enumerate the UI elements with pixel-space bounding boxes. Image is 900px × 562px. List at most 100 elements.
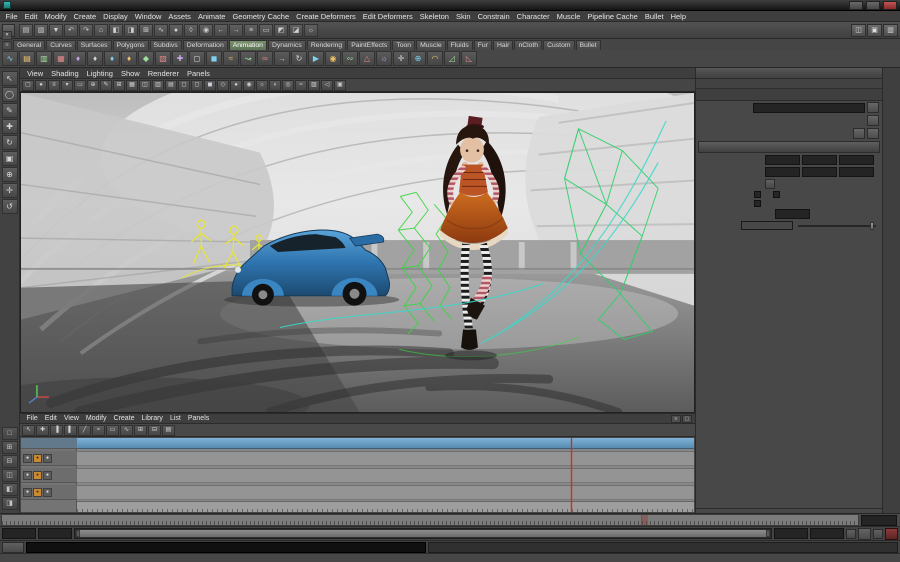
menu-muscle[interactable]: Muscle (553, 12, 584, 21)
track-row[interactable] (77, 485, 694, 500)
vp-icon-isolate-select[interactable]: ▣ (334, 80, 346, 91)
vp-icon-grid[interactable]: ⊞ (113, 80, 125, 91)
track-header[interactable]: ●●● (21, 485, 77, 500)
presets-button[interactable] (867, 115, 879, 126)
shelf-icon-animation-snapshot[interactable]: ◉ (325, 51, 341, 66)
animation-start-field[interactable] (2, 528, 36, 539)
shelf-tab-rendering[interactable]: Rendering (307, 40, 346, 50)
vp-icon-grease-pencil[interactable]: ✎ (100, 80, 112, 91)
vp-icon-motion-blur[interactable]: ≈ (295, 80, 307, 91)
shelf-icon-animated-sweep[interactable]: ∾ (342, 51, 358, 66)
shelf-tab-curves[interactable]: Curves (46, 40, 76, 50)
menu-create-deformers[interactable]: Create Deformers (293, 12, 360, 21)
menu-edit[interactable]: Edit (21, 12, 41, 21)
create-clip[interactable]: ▭ (106, 425, 119, 436)
panel-menu-shading[interactable]: Shading (47, 69, 83, 78)
track-lock[interactable]: ● (43, 471, 52, 480)
vp-icon-wireframe[interactable]: ◇ (217, 80, 229, 91)
time-slider[interactable] (1, 514, 859, 526)
maximize-panel[interactable]: ▢ (682, 415, 692, 423)
toggle-show-channel-box[interactable]: ▥ (883, 24, 898, 37)
vp-icon-film-gate[interactable]: ▦ (126, 80, 138, 91)
trax-menu-modify[interactable]: Modify (82, 415, 110, 422)
track-solo[interactable]: ● (33, 454, 42, 463)
frame-playback-range[interactable]: ⊟ (148, 425, 161, 436)
panel-menu-show[interactable]: Show (117, 69, 144, 78)
four-pane-layout[interactable]: ⊞ (2, 441, 18, 454)
status-icon-select-by-component-type[interactable]: ◨ (124, 24, 138, 37)
summary-track-bar[interactable] (77, 438, 694, 449)
shelf-tab-ncloth[interactable]: nCloth (514, 40, 542, 50)
shelf-icon-camera-sequencer[interactable]: ▦ (53, 51, 69, 66)
shelf-icon-hik-skeleton[interactable]: ✛ (393, 51, 409, 66)
menu-character[interactable]: Character (513, 12, 553, 21)
shelf-tab-surfaces[interactable]: Surfaces (77, 40, 112, 50)
status-icon-open-render-view[interactable]: ▭ (259, 24, 273, 37)
vp-icon-image-plane[interactable]: ▭ (74, 80, 86, 91)
move-tool[interactable]: ✚ (2, 119, 18, 134)
menu-assets[interactable]: Assets (165, 12, 195, 21)
menu-help[interactable]: Help (667, 12, 689, 21)
vp-icon-lock-camera[interactable]: ● (35, 80, 47, 91)
menu-display[interactable]: Display (100, 12, 132, 21)
shelf-icon-set-key-rotate[interactable]: ♦ (104, 51, 120, 66)
vp-icon-camera-attributes[interactable]: ≡ (48, 80, 60, 91)
paint-select-tool[interactable]: ✎ (2, 103, 18, 118)
blend-clips[interactable]: ≈ (92, 425, 105, 436)
menu-edit-deformers[interactable]: Edit Deformers (359, 12, 416, 21)
color-slider[interactable] (798, 225, 876, 227)
vp-icon-gate-mask[interactable]: ▥ (152, 80, 164, 91)
scale-tool[interactable]: ▣ (2, 151, 18, 166)
toggle-show-attribute-editor[interactable]: ◫ (851, 24, 866, 37)
move-clip[interactable]: ✚ (36, 425, 49, 436)
split-clip[interactable]: ╱ (78, 425, 91, 436)
vp-icon-safe-action[interactable]: ◻ (178, 80, 190, 91)
status-icon-redo[interactable]: ↷ (79, 24, 93, 37)
shelf-tab-bullet[interactable]: Bullet (576, 40, 601, 50)
shelf-icon-unghost-selected[interactable]: ◼ (206, 51, 222, 66)
panel-menu[interactable]: ≡ (671, 415, 681, 423)
vp-icon-xray[interactable]: ◁ (321, 80, 333, 91)
status-icon-snap-to-grid[interactable]: ⊞ (139, 24, 153, 37)
shelf-icon-set-driven-key[interactable]: ☼ (376, 51, 392, 66)
menu-constrain[interactable]: Constrain (474, 12, 513, 21)
panel-menu-renderer[interactable]: Renderer (144, 69, 183, 78)
track-state[interactable]: ● (23, 471, 32, 480)
vp-icon-shadows[interactable]: ◗ (269, 80, 281, 91)
universal-manipulator[interactable]: ⊕ (2, 167, 18, 182)
vp-icon-bookmarks[interactable]: ▾ (61, 80, 73, 91)
trax-menu-edit[interactable]: Edit (41, 415, 60, 422)
trax-menu-panels[interactable]: Panels (184, 415, 212, 422)
shelf-tab-fur[interactable]: Fur (474, 40, 492, 50)
character-set-dropdown[interactable] (873, 529, 883, 539)
translate-z-field[interactable] (839, 155, 874, 165)
translate-y-field[interactable] (802, 155, 837, 165)
status-icon-render-current-frame[interactable]: ◩ (274, 24, 288, 37)
anim-layer-dropdown[interactable] (846, 529, 856, 539)
show-end-pose-checkbox[interactable] (773, 191, 780, 198)
track-lock[interactable]: ● (43, 488, 52, 497)
shelf-icon-ghost-selected[interactable]: ◻ (189, 51, 205, 66)
rotate-z-field[interactable] (839, 167, 874, 177)
auto-keyframe-toggle[interactable] (885, 528, 898, 540)
shelf-icon-set-motion-path-key[interactable]: → (274, 51, 290, 66)
vp-icon-screen-space-ao[interactable]: ◎ (282, 80, 294, 91)
shelf-tab-muscle[interactable]: Muscle (416, 40, 446, 50)
shelf-icon-graph-editor[interactable]: ∿ (2, 51, 18, 66)
status-icon-select-by-object-type[interactable]: ◧ (109, 24, 123, 37)
trax-track-area[interactable]: ●●● ●●● ●●● (21, 438, 694, 512)
shelf-tab-selector[interactable]: ▾ (2, 31, 12, 40)
shelf-icon-set-key[interactable]: ♦ (70, 51, 86, 66)
menu-skin[interactable]: Skin (452, 12, 474, 21)
shelf-tab-general[interactable]: General (13, 40, 45, 50)
shelf-icon-set-key-translate[interactable]: ♦ (87, 51, 103, 66)
show-start-pose-checkbox[interactable] (754, 191, 761, 198)
hide-button[interactable] (867, 128, 879, 139)
vp-icon-2d-pan-zoom[interactable]: ⊕ (87, 80, 99, 91)
shelf-icon-turntable[interactable]: ↻ (291, 51, 307, 66)
trax-playhead[interactable] (571, 438, 572, 512)
lasso-tool[interactable]: ◯ (2, 87, 18, 102)
show-button[interactable] (853, 128, 865, 139)
track-header[interactable]: ●●● (21, 468, 77, 483)
shelf-tab-animation[interactable]: Animation (229, 40, 267, 50)
